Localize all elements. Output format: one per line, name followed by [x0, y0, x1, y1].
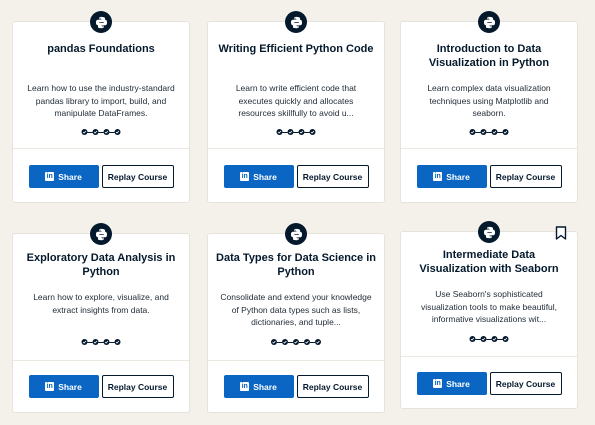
python-icon [285, 11, 307, 33]
course-title: Exploratory Data Analysis in Python [26, 252, 176, 278]
card-actions: in Share Replay Course [208, 375, 384, 398]
replay-course-button[interactable]: Replay Course [489, 372, 562, 395]
card-divider [401, 356, 577, 357]
card-divider [13, 148, 189, 149]
share-button[interactable]: in Share [28, 375, 99, 398]
share-button[interactable]: in Share [223, 375, 294, 398]
check-icon [114, 129, 121, 135]
course-title: Intermediate Data Visualization with Sea… [419, 249, 559, 275]
share-label: Share [253, 171, 277, 182]
course-progress [271, 339, 321, 345]
replay-course-button[interactable]: Replay Course [101, 375, 174, 398]
share-label: Share [446, 378, 470, 389]
python-icon [90, 223, 112, 245]
course-title: Writing Efficient Python Code [218, 43, 374, 55]
replay-course-button[interactable]: Replay Course [101, 165, 174, 188]
course-description: Learn how to use the industry-standard p… [27, 83, 175, 118]
card-divider [208, 148, 384, 149]
share-label: Share [58, 381, 82, 392]
share-button[interactable]: in Share [28, 165, 99, 188]
course-progress [81, 339, 121, 345]
course-description: Consolidate and extend your knowledge of… [220, 292, 372, 327]
course-card: Writing Efficient Python Code Learn to w… [207, 11, 385, 203]
linkedin-icon: in [45, 172, 55, 181]
replay-course-button[interactable]: Replay Course [296, 165, 369, 188]
linkedin-icon: in [240, 172, 250, 181]
replay-course-button[interactable]: Replay Course [296, 375, 369, 398]
share-label: Share [58, 171, 82, 182]
linkedin-icon: in [433, 172, 443, 181]
card-actions: in Share Replay Course [208, 165, 384, 188]
share-label: Share [253, 381, 277, 392]
check-icon [502, 336, 509, 342]
python-icon [285, 223, 307, 245]
course-title: Data Types for Data Science in Python [216, 252, 376, 278]
card-actions: in Share Replay Course [401, 372, 577, 395]
share-label: Share [446, 171, 470, 182]
course-description: Use Seaborn's sophisticated visualizatio… [420, 289, 558, 324]
share-button[interactable]: in Share [416, 165, 487, 188]
linkedin-icon: in [240, 382, 250, 391]
python-icon [478, 11, 500, 33]
bookmark-icon[interactable] [555, 226, 567, 240]
share-button[interactable]: in Share [416, 372, 487, 395]
python-icon [478, 221, 500, 243]
card-actions: in Share Replay Course [13, 375, 189, 398]
course-card: pandas Foundations Learn how to use the … [12, 11, 190, 203]
check-icon [309, 129, 316, 135]
course-progress [469, 336, 509, 342]
card-divider [208, 360, 384, 361]
card-divider [13, 360, 189, 361]
course-title: pandas Foundations [47, 43, 155, 55]
course-description: Learn to write efficient code that execu… [235, 83, 357, 118]
course-card: Introduction to Data Visualization in Py… [400, 11, 578, 203]
share-button[interactable]: in Share [223, 165, 294, 188]
course-title: Introduction to Data Visualization in Py… [428, 43, 550, 69]
replay-course-button[interactable]: Replay Course [489, 165, 562, 188]
course-card: Data Types for Data Science in Python Co… [207, 223, 385, 413]
linkedin-icon: in [45, 382, 55, 391]
python-icon [90, 11, 112, 33]
linkedin-icon: in [433, 379, 443, 388]
course-progress [276, 129, 316, 135]
course-progress [81, 129, 121, 135]
course-progress [469, 129, 509, 135]
course-description: Learn complex data visualization techniq… [427, 83, 551, 118]
card-actions: in Share Replay Course [13, 165, 189, 188]
course-card: Intermediate Data Visualization with Sea… [400, 221, 578, 409]
card-actions: in Share Replay Course [401, 165, 577, 188]
check-icon [315, 339, 321, 345]
course-card: Exploratory Data Analysis in Python Lear… [12, 223, 190, 413]
check-icon [502, 129, 509, 135]
course-description: Learn how to explore, visualize, and ext… [33, 292, 169, 315]
check-icon [114, 339, 121, 345]
card-divider [401, 148, 577, 149]
